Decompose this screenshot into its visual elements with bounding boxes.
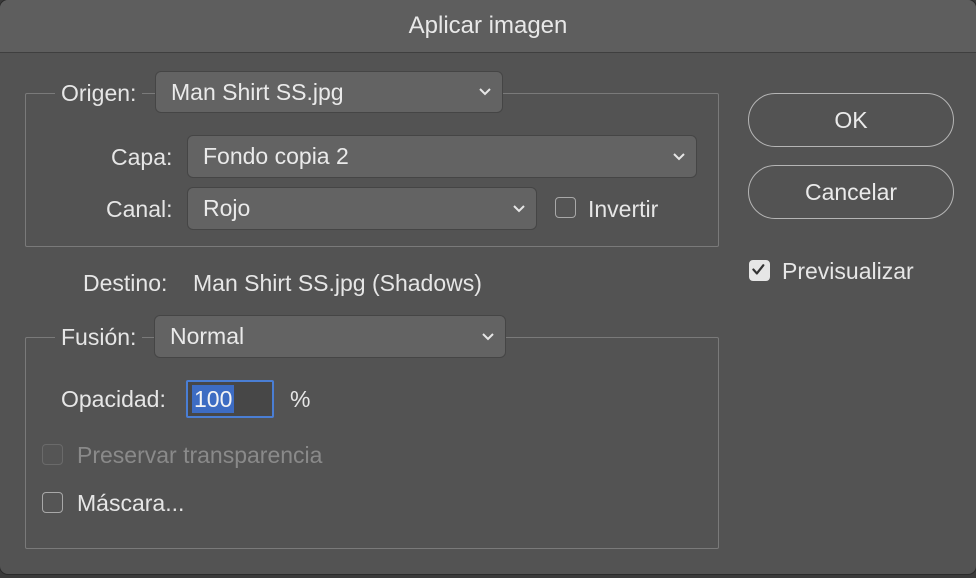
target-label: Destino: xyxy=(83,270,168,296)
checkmark-icon xyxy=(752,264,765,275)
blending-select-value: Normal xyxy=(170,323,245,349)
preview-label[interactable]: Previsualizar xyxy=(782,260,914,283)
blending-label: Fusión: xyxy=(55,326,143,349)
channel-select-value: Rojo xyxy=(203,195,251,221)
invert-checkbox[interactable] xyxy=(555,197,576,218)
chevron-down-icon xyxy=(482,332,494,340)
source-label: Origen: xyxy=(55,82,143,105)
target-value: Man Shirt SS.jpg (Shadows) xyxy=(193,270,482,296)
invert-label[interactable]: Invertir xyxy=(588,198,658,221)
layer-label: Capa: xyxy=(111,144,173,170)
channel-label: Canal: xyxy=(106,196,173,222)
opacity-input-value: 100 xyxy=(192,385,235,413)
ok-button-label: OK xyxy=(834,106,868,133)
chevron-down-icon xyxy=(479,88,491,96)
preserve-transparency-label: Preservar transparencia xyxy=(77,442,323,468)
layer-select-value: Fondo copia 2 xyxy=(203,143,349,169)
ok-button[interactable]: OK xyxy=(748,93,954,147)
cancel-button[interactable]: Cancelar xyxy=(748,165,954,219)
preserve-transparency-checkbox[interactable] xyxy=(42,444,63,465)
apply-image-dialog: Aplicar imagen Origen: Man Shirt SS.jpg … xyxy=(0,0,976,574)
cancel-button-label: Cancelar xyxy=(804,178,898,205)
title-bar[interactable]: Aplicar imagen xyxy=(0,0,976,53)
source-select-value: Man Shirt SS.jpg xyxy=(171,78,344,105)
opacity-input[interactable]: 100 xyxy=(186,380,274,418)
source-select[interactable]: Man Shirt SS.jpg xyxy=(155,71,503,113)
layer-select[interactable]: Fondo copia 2 xyxy=(187,135,697,178)
mask-checkbox[interactable] xyxy=(42,492,63,513)
channel-select[interactable]: Rojo xyxy=(187,187,537,230)
blending-select[interactable]: Normal xyxy=(154,315,506,358)
dialog-title: Aplicar imagen xyxy=(408,12,568,39)
mask-label[interactable]: Máscara... xyxy=(77,492,184,515)
chevron-down-icon xyxy=(673,152,685,160)
preview-checkbox[interactable] xyxy=(749,260,770,281)
opacity-label: Opacidad: xyxy=(61,386,166,412)
opacity-unit: % xyxy=(290,386,311,412)
chevron-down-icon xyxy=(513,204,525,212)
